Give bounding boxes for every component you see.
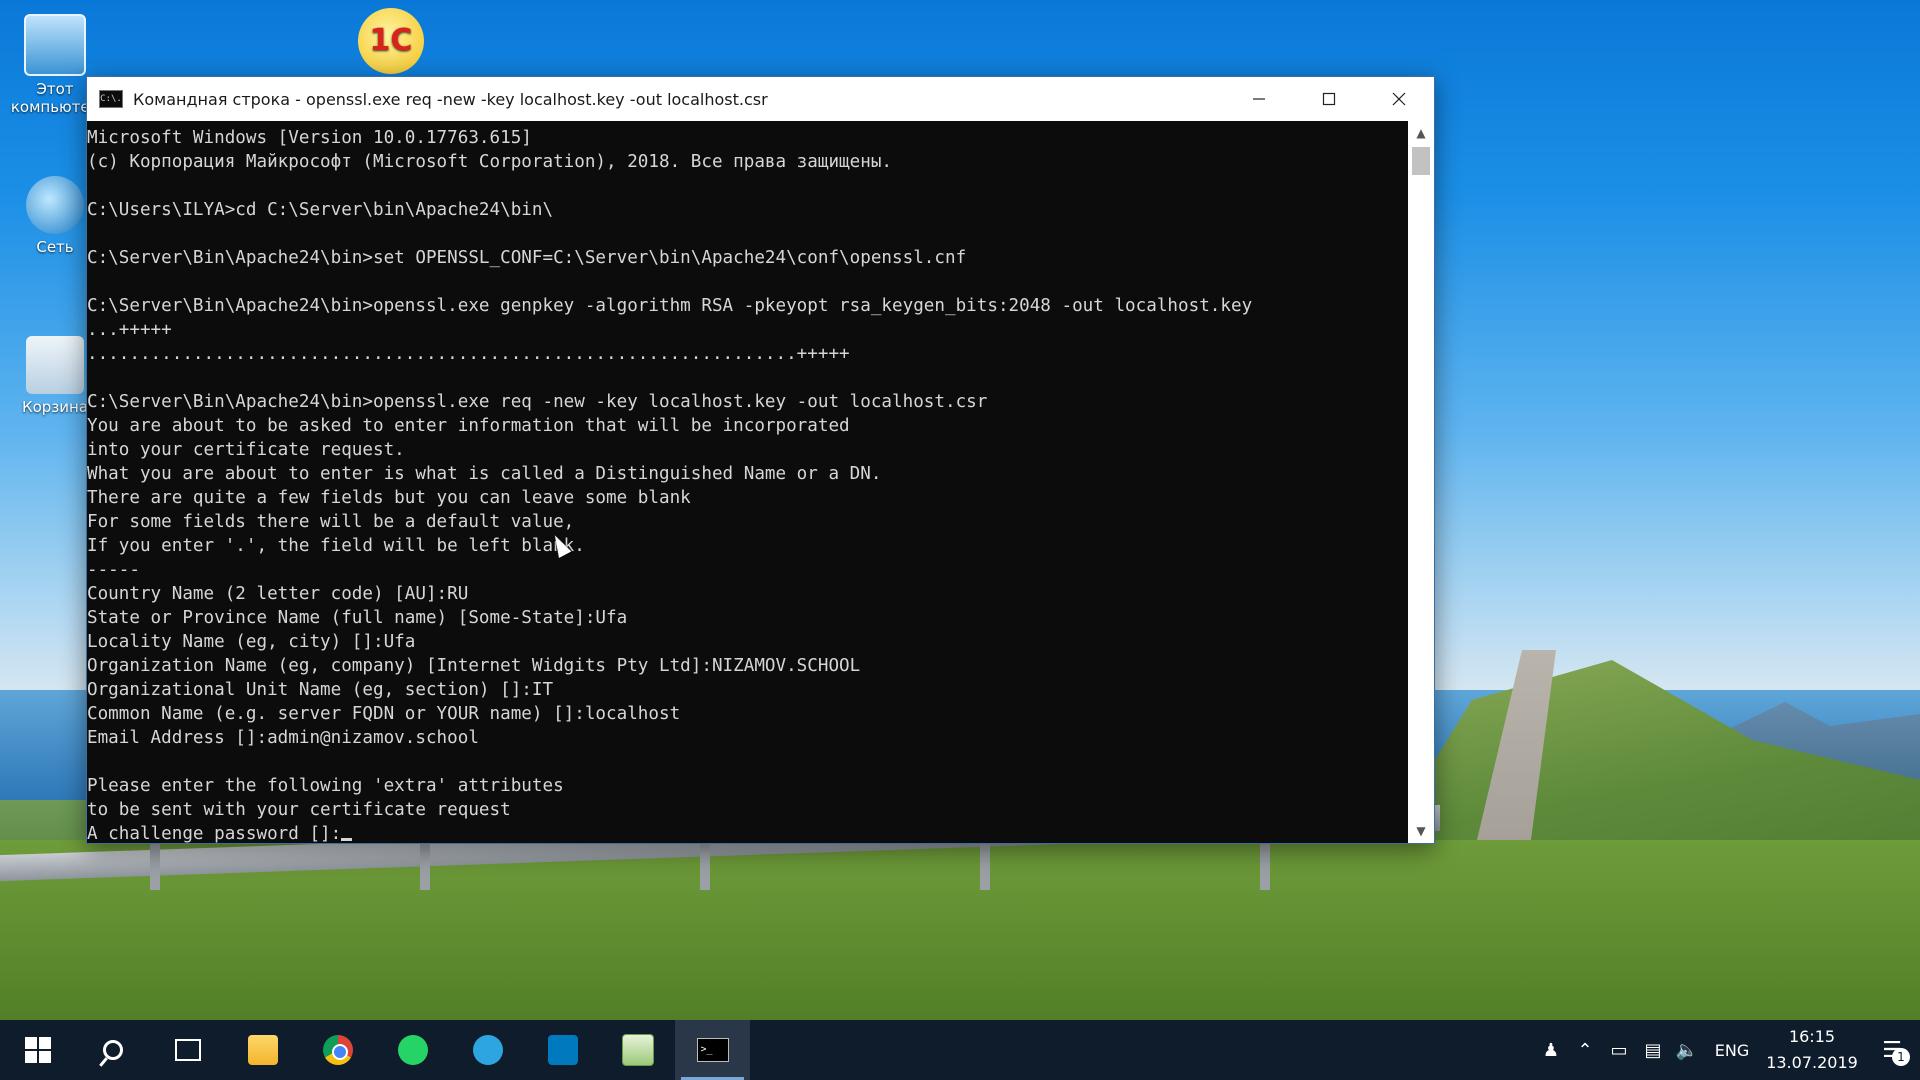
notification-badge: 1: [1892, 1048, 1910, 1066]
folder-icon: [247, 1035, 278, 1065]
console-line: (c) Корпорация Майкрософт (Microsoft Cor…: [87, 152, 893, 172]
language-indicator[interactable]: ENG: [1704, 1041, 1760, 1060]
computer-icon: [24, 14, 86, 76]
console-line: A challenge password []:: [87, 822, 1407, 846]
console-line: Locality Name (eg, city) []:Ufa: [87, 632, 416, 652]
people-icon[interactable]: ♟: [1534, 1020, 1568, 1080]
windows-logo-icon: [24, 1037, 51, 1063]
close-button[interactable]: [1364, 77, 1434, 121]
telegram-icon: [472, 1035, 503, 1065]
start-button[interactable]: [0, 1020, 75, 1080]
scroll-up-arrow-icon[interactable]: ▲: [1408, 121, 1434, 145]
console-line: Microsoft Windows [Version 10.0.17763.61…: [87, 128, 532, 148]
console-line: You are about to be asked to enter infor…: [87, 416, 850, 436]
window-title: Командная строка - openssl.exe req -new …: [133, 89, 768, 109]
console-line: C:\Server\Bin\Apache24\bin>set OPENSSL_C…: [87, 248, 967, 268]
search-icon: [102, 1040, 123, 1060]
console-line: State or Province Name (full name) [Some…: [87, 608, 628, 628]
taskbar-command-prompt[interactable]: >_: [675, 1020, 750, 1080]
console-line: into your certificate request.: [87, 440, 405, 460]
console-line: There are quite a few fields but you can…: [87, 488, 691, 508]
taskbar-telegram[interactable]: [450, 1020, 525, 1080]
console-line: If you enter '.', the field will be left…: [87, 536, 585, 556]
taskbar-spreadsheet[interactable]: [600, 1020, 675, 1080]
clock-date: 13.07.2019: [1766, 1053, 1858, 1072]
trello-icon: [547, 1035, 578, 1065]
taskbar-whatsapp[interactable]: [375, 1020, 450, 1080]
console-line: C:\Users\ILYA>cd C:\Server\bin\Apache24\…: [87, 200, 554, 220]
taskbar-trello[interactable]: [525, 1020, 600, 1080]
spreadsheet-icon: [621, 1034, 654, 1066]
system-tray: ♟ ⌃ ▭ ▤ 🔈 ENG 16:15 13.07.2019 ☰ 1: [1534, 1020, 1920, 1080]
console-line: For some fields there will be a default …: [87, 512, 575, 532]
network-icon[interactable]: ▤: [1636, 1020, 1670, 1080]
clock-time: 16:15: [1788, 1027, 1836, 1046]
console-line: ...+++++: [87, 320, 172, 340]
console-line: to be sent with your certificate request: [87, 800, 511, 820]
taskbar-chrome[interactable]: [300, 1020, 375, 1080]
console-line: Organizational Unit Name (eg, section) […: [87, 680, 554, 700]
console-line: ........................................…: [87, 344, 850, 364]
minimize-button[interactable]: [1224, 77, 1294, 121]
maximize-icon: [1322, 92, 1336, 106]
console-line: C:\Server\Bin\Apache24\bin>openssl.exe r…: [87, 392, 988, 412]
clock[interactable]: 16:15 13.07.2019: [1760, 1024, 1864, 1076]
volume-icon[interactable]: 🔈: [1670, 1020, 1704, 1080]
close-icon: [1392, 92, 1406, 106]
console-line: C:\Server\Bin\Apache24\bin>openssl.exe g…: [87, 296, 1253, 316]
console-line: Email Address []:admin@nizamov.school: [87, 728, 479, 748]
battery-icon[interactable]: ▭: [1602, 1020, 1636, 1080]
cmd-icon: >_: [696, 1038, 729, 1062]
console-line: Organization Name (eg, company) [Interne…: [87, 656, 861, 676]
text-cursor: [341, 838, 353, 841]
1c-logo-icon: 1С: [358, 8, 424, 74]
command-prompt-window[interactable]: C:\. Командная строка - openssl.exe req …: [86, 76, 1435, 844]
console-line: What you are about to enter is what is c…: [87, 464, 882, 484]
search-button[interactable]: [75, 1020, 150, 1080]
console-output[interactable]: Microsoft Windows [Version 10.0.17763.61…: [87, 121, 1407, 848]
task-view-button[interactable]: [150, 1020, 225, 1080]
taskbar: >_ ♟ ⌃ ▭ ▤ 🔈 ENG 16:15 13.07.2019 ☰ 1: [0, 1020, 1920, 1080]
maximize-button[interactable]: [1294, 77, 1364, 121]
console-line: Country Name (2 letter code) [AU]:RU: [87, 584, 469, 604]
action-center-button[interactable]: ☰ 1: [1864, 1020, 1920, 1080]
scroll-down-arrow-icon[interactable]: ▼: [1408, 819, 1434, 843]
window-titlebar[interactable]: C:\. Командная строка - openssl.exe req …: [87, 77, 1434, 121]
recycle-bin-icon: [26, 336, 84, 394]
console-line: Please enter the following 'extra' attri…: [87, 776, 564, 796]
desktop-icon-1c[interactable]: 1С: [346, 8, 436, 78]
task-view-icon: [174, 1039, 201, 1061]
whatsapp-icon: [397, 1035, 428, 1065]
vertical-scrollbar[interactable]: ▲ ▼: [1408, 121, 1434, 843]
taskbar-file-explorer[interactable]: [225, 1020, 300, 1080]
console-line: -----: [87, 560, 140, 580]
chevron-up-icon[interactable]: ⌃: [1568, 1020, 1602, 1080]
chrome-icon: [322, 1035, 353, 1065]
console-line: Common Name (e.g. server FQDN or YOUR na…: [87, 704, 681, 724]
network-globe-icon: [26, 176, 84, 234]
scrollbar-thumb[interactable]: [1412, 147, 1430, 175]
cmd-icon: C:\.: [99, 90, 123, 108]
minimize-icon: [1253, 98, 1265, 100]
